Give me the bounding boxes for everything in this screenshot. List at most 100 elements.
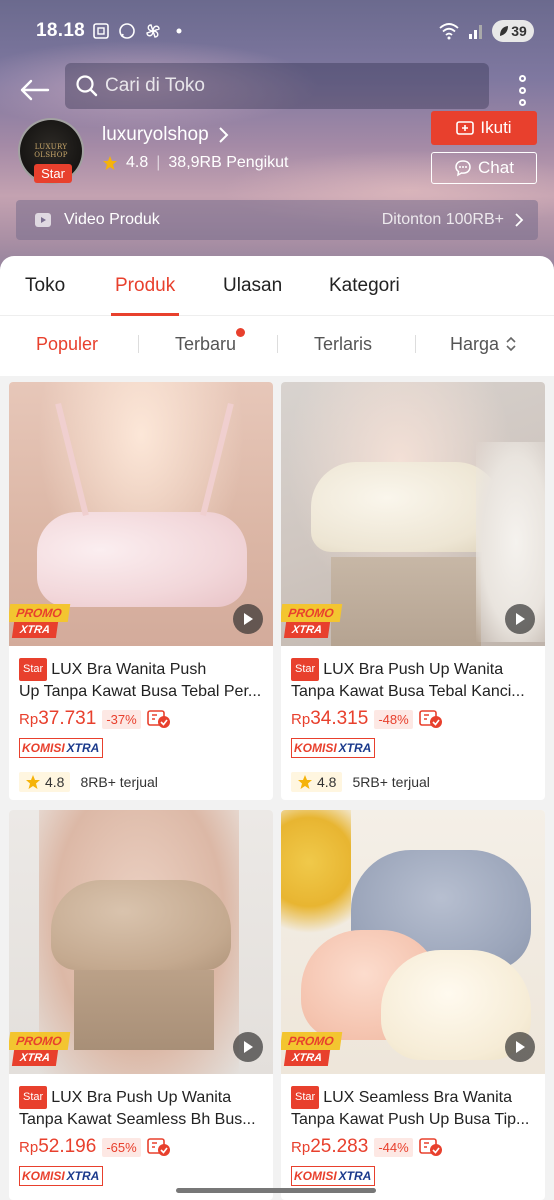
product-title: Star LUX Bra Push Up Wanita Tanpa Kawat S… <box>19 1086 263 1128</box>
wifi-icon <box>439 23 459 40</box>
product-card[interactable]: PROMO XTRA Star LUX Bra Wanita Push Up Ta… <box>9 382 273 800</box>
rating-pill: 4.8 <box>291 772 343 792</box>
currency: Rp <box>291 711 311 728</box>
divider <box>138 335 139 353</box>
play-icon <box>244 1041 253 1053</box>
chat-button[interactable]: Chat <box>431 152 537 184</box>
title-line: Tanpa Kawat Push Up Busa Tip... <box>291 1111 530 1128</box>
play-video-button[interactable] <box>233 1032 263 1062</box>
voucher-icon <box>146 1138 170 1156</box>
video-play-icon <box>35 213 51 227</box>
star-badge: Star <box>19 1086 48 1109</box>
chat-label: Chat <box>478 158 514 177</box>
play-video-button[interactable] <box>505 1032 535 1062</box>
battery-indicator: 39 <box>492 20 534 42</box>
play-video-button[interactable] <box>505 604 535 634</box>
tab-ulasan[interactable]: Ulasan <box>223 256 282 316</box>
price-value: 25.283 <box>310 1136 369 1157</box>
promo-label: XTRA <box>283 1050 331 1066</box>
title-line: LUX Bra Push Up Wanita <box>323 661 504 678</box>
promo-label: PROMO <box>281 1032 343 1050</box>
sort-terbaru[interactable]: Terbaru <box>175 327 246 355</box>
chevron-right-icon <box>218 127 229 143</box>
komisi-label: KOMISI <box>294 741 337 755</box>
product-image[interactable]: PROMO XTRA <box>9 810 273 1074</box>
product-rating: 4.8 <box>45 774 65 790</box>
tab-produk[interactable]: Produk <box>110 256 180 316</box>
video-products-bar[interactable]: Video Produk Ditonton 100RB+ <box>16 200 538 240</box>
komisi-label: XTRA <box>338 739 375 757</box>
add-follow-icon <box>456 121 475 135</box>
screenshot-icon <box>93 23 109 39</box>
tab-kategori[interactable]: Kategori <box>329 256 400 316</box>
sold-count: 5RB+ terjual <box>352 774 430 790</box>
sort-populer[interactable]: Populer <box>36 334 98 355</box>
shop-followers: 38,9RB Pengikut <box>168 154 289 171</box>
video-views: Ditonton 100RB+ <box>381 211 504 228</box>
play-icon <box>516 613 525 625</box>
shop-name-link[interactable]: luxuryolshop <box>102 124 229 146</box>
komisi-label: KOMISI <box>294 1169 337 1183</box>
search-icon <box>76 75 98 97</box>
komisi-label: XTRA <box>66 1167 103 1185</box>
shop-logo: LUXURY OLSHOP <box>34 143 68 159</box>
home-indicator[interactable] <box>176 1188 376 1193</box>
product-price: Rp34.315 <box>291 708 368 730</box>
product-image[interactable]: PROMO XTRA <box>281 382 545 646</box>
arrow-left-icon <box>20 79 50 101</box>
back-button[interactable] <box>14 70 54 110</box>
star-icon <box>298 775 312 789</box>
sold-count: 8RB+ terjual <box>80 774 158 790</box>
tab-toko[interactable]: Toko <box>25 256 65 316</box>
komisi-xtra-badge: KOMISI XTRA <box>291 1166 376 1186</box>
title-line: Tanpa Kawat Seamless Bh Bus... <box>19 1111 256 1128</box>
shop-rating: 4.8 <box>126 154 149 171</box>
title-line: LUX Seamless Bra Wanita <box>323 1089 512 1106</box>
title-line: Up Tanpa Kawat Busa Tebal Per... <box>19 683 262 700</box>
komisi-label: XTRA <box>338 1167 375 1185</box>
product-card[interactable]: PROMO XTRA Star LUX Bra Push Up Wanita Ta… <box>9 810 273 1200</box>
promo-label: XTRA <box>11 1050 59 1066</box>
shop-tabs: Toko Produk Ulasan Kategori <box>0 256 554 316</box>
sort-harga[interactable]: Harga <box>450 334 517 355</box>
sort-bar: Populer Terbaru Terlaris Harga <box>0 316 554 372</box>
search-input[interactable]: Cari di Toko <box>65 63 489 109</box>
price-value: 52.196 <box>38 1136 97 1157</box>
star-badge: Star <box>291 1086 320 1109</box>
sort-terlaris[interactable]: Terlaris <box>314 334 372 355</box>
currency: Rp <box>19 1139 39 1156</box>
komisi-xtra-badge: KOMISI XTRA <box>291 738 376 758</box>
sort-label: Harga <box>450 333 500 354</box>
more-options-button[interactable] <box>508 70 536 110</box>
play-icon <box>516 1041 525 1053</box>
discount-badge: -65% <box>102 1137 141 1157</box>
dot-icon <box>176 28 182 34</box>
product-rating: 4.8 <box>317 774 337 790</box>
product-title: Star LUX Bra Wanita Push Up Tanpa Kawat B… <box>19 658 263 700</box>
star-seller-badge: Star <box>34 164 72 183</box>
promo-xtra-badge: PROMO XTRA <box>9 1032 71 1068</box>
product-card[interactable]: PROMO XTRA Star LUX Bra Push Up Wanita Ta… <box>281 382 545 800</box>
tab-label: Produk <box>115 275 176 296</box>
battery-level: 39 <box>511 23 527 39</box>
product-image[interactable]: PROMO XTRA <box>9 382 273 646</box>
leaf-icon <box>500 26 509 36</box>
price-value: 37.731 <box>38 708 97 729</box>
product-price: Rp52.196 <box>19 1136 96 1158</box>
promo-xtra-badge: PROMO XTRA <box>281 604 343 640</box>
play-video-button[interactable] <box>233 604 263 634</box>
currency: Rp <box>19 711 39 728</box>
product-card[interactable]: PROMO XTRA Star LUX Seamless Bra Wanita T… <box>281 810 545 1200</box>
pinwheel-icon <box>146 24 160 38</box>
sort-label: Terlaris <box>314 333 373 354</box>
title-line: LUX Bra Wanita Push <box>51 661 207 678</box>
komisi-label: KOMISI <box>22 741 65 755</box>
product-image[interactable]: PROMO XTRA <box>281 810 545 1074</box>
follow-button[interactable]: Ikuti <box>431 111 537 145</box>
promo-xtra-badge: PROMO XTRA <box>281 1032 343 1068</box>
product-title: Star LUX Seamless Bra Wanita Tanpa Kawat … <box>291 1086 535 1128</box>
rating-pill: 4.8 <box>19 772 71 792</box>
chat-bubble-icon <box>455 160 471 177</box>
star-badge: Star <box>19 658 48 681</box>
promo-label: PROMO <box>9 604 71 622</box>
